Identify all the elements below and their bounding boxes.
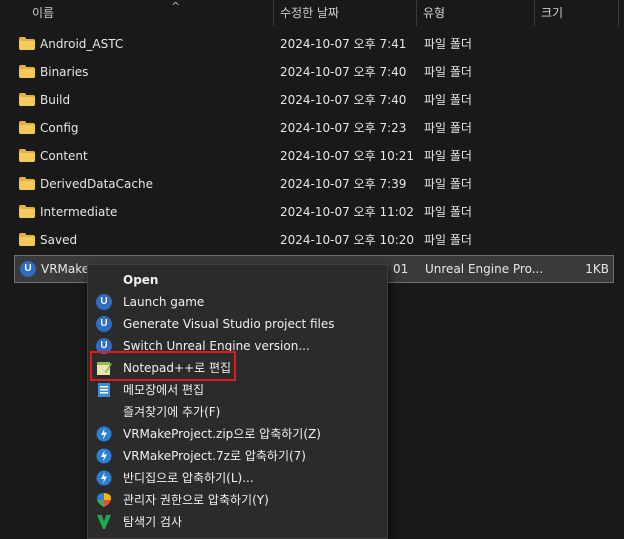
file-type: 파일 폴더 <box>424 65 472 79</box>
admin-shield-icon <box>96 492 112 508</box>
menu-item-label: VRMakeProject.7z로 압축하기(7) <box>123 449 306 463</box>
menu-item[interactable]: 탐색기 검사 <box>88 511 387 533</box>
file-row[interactable]: DerivedDataCache 2024-10-07 오후 7:39 파일 폴더 <box>14 170 614 198</box>
menu-item[interactable]: 메모장에서 편집 <box>88 379 387 401</box>
menu-item-label: 탐색기 검사 <box>123 515 183 529</box>
column-type-label: 유형 <box>423 6 446 20</box>
menu-item[interactable]: U Launch game <box>88 291 387 313</box>
file-type: 파일 폴더 <box>424 37 472 51</box>
file-name: Content <box>40 149 88 163</box>
folder-icon <box>19 205 35 218</box>
unreal-engine-icon: U <box>96 294 112 310</box>
unreal-engine-icon: U <box>96 316 112 332</box>
folder-icon <box>19 149 35 162</box>
file-row[interactable]: Saved 2024-10-07 오후 10:20 파일 폴더 <box>14 226 614 254</box>
menu-item[interactable]: 즐겨찾기에 추가(F) <box>88 401 387 423</box>
menu-item[interactable]: VRMakeProject.zip으로 압축하기(Z) <box>88 423 387 445</box>
file-type: Unreal Engine Pro... <box>425 262 544 276</box>
file-type: 파일 폴더 <box>424 205 472 219</box>
column-date-label: 수정한 날짜 <box>280 6 340 20</box>
folder-icon <box>19 93 35 106</box>
column-header-size[interactable]: 크기 <box>535 0 619 26</box>
context-menu: Open U Launch game U Generate Visual Studio … <box>87 264 388 539</box>
file-date: 2024-10-07 오후 10:21 <box>280 149 415 163</box>
file-date: 2024-10-07 오후 7:40 <box>280 93 407 107</box>
folder-icon <box>19 233 35 246</box>
column-header-name[interactable]: 이름 ^ <box>26 0 274 26</box>
v3-scan-icon <box>96 514 112 530</box>
bandizip-icon <box>96 426 112 442</box>
unreal-project-file-icon: U <box>20 261 36 277</box>
file-type: 파일 폴더 <box>424 149 472 163</box>
file-name: Intermediate <box>40 205 118 219</box>
file-row[interactable]: Content 2024-10-07 오후 10:21 파일 폴더 <box>14 142 614 170</box>
bandizip-icon <box>96 470 112 486</box>
sort-up-icon: ^ <box>171 0 181 13</box>
file-name: Binaries <box>40 65 89 79</box>
bandizip-icon <box>96 448 112 464</box>
folder-icon <box>19 177 35 190</box>
folder-icon <box>19 121 35 134</box>
file-name: Build <box>40 93 71 107</box>
red-highlight-box <box>90 351 236 381</box>
column-name-label: 이름 <box>32 6 55 20</box>
file-date: 2024-10-07 오후 7:23 <box>280 121 407 135</box>
file-row[interactable]: Intermediate 2024-10-07 오후 11:02 파일 폴더 <box>14 198 614 226</box>
file-name: Saved <box>40 233 78 247</box>
menu-item-label: 메모장에서 편집 <box>123 383 205 397</box>
file-size: 1KB <box>585 262 609 276</box>
file-type: 파일 폴더 <box>424 121 472 135</box>
menu-item[interactable]: VRMakeProject.7z로 압축하기(7) <box>88 445 387 467</box>
file-date: 01 <box>393 262 409 276</box>
file-date: 2024-10-07 오후 11:02 <box>280 205 415 219</box>
menu-item-label: Open <box>123 273 159 287</box>
column-header-bar: 이름 ^ 수정한 날짜 유형 크기 <box>0 0 624 26</box>
file-name: Config <box>40 121 79 135</box>
file-type: 파일 폴더 <box>424 233 472 247</box>
menu-item-label: 반디집으로 압축하기(L)... <box>123 471 254 485</box>
file-type: 파일 폴더 <box>424 93 472 107</box>
file-date: 2024-10-07 오후 7:39 <box>280 177 407 191</box>
folder-icon <box>19 65 35 78</box>
folder-icon <box>19 37 35 50</box>
column-size-label: 크기 <box>541 6 564 20</box>
notepad-icon <box>96 382 112 398</box>
file-date: 2024-10-07 오후 7:41 <box>280 37 407 51</box>
file-name: DerivedDataCache <box>40 177 153 191</box>
column-header-type[interactable]: 유형 <box>417 0 535 26</box>
file-name: Android_ASTC <box>40 37 124 51</box>
file-name: VRMake <box>41 262 90 276</box>
column-header-date[interactable]: 수정한 날짜 <box>274 0 417 26</box>
menu-item[interactable]: Open <box>88 269 387 291</box>
menu-item-label: Launch game <box>123 295 205 309</box>
file-row[interactable]: Config 2024-10-07 오후 7:23 파일 폴더 <box>14 114 614 142</box>
menu-item[interactable]: U Generate Visual Studio project files <box>88 313 387 335</box>
file-date: 2024-10-07 오후 7:40 <box>280 65 407 79</box>
menu-item[interactable]: 반디집으로 압축하기(L)... <box>88 467 387 489</box>
menu-item-label: 관리자 권한으로 압축하기(Y) <box>123 493 269 507</box>
file-type: 파일 폴더 <box>424 177 472 191</box>
menu-item-label: 즐겨찾기에 추가(F) <box>123 405 221 419</box>
file-date: 2024-10-07 오후 10:20 <box>280 233 415 247</box>
file-row[interactable]: Android_ASTC 2024-10-07 오후 7:41 파일 폴더 <box>14 30 614 58</box>
file-row[interactable]: Binaries 2024-10-07 오후 7:40 파일 폴더 <box>14 58 614 86</box>
menu-item-label: Generate Visual Studio project files <box>123 317 335 331</box>
menu-item[interactable]: 관리자 권한으로 압축하기(Y) <box>88 489 387 511</box>
file-row[interactable]: Build 2024-10-07 오후 7:40 파일 폴더 <box>14 86 614 114</box>
menu-item-label: VRMakeProject.zip으로 압축하기(Z) <box>123 427 321 441</box>
